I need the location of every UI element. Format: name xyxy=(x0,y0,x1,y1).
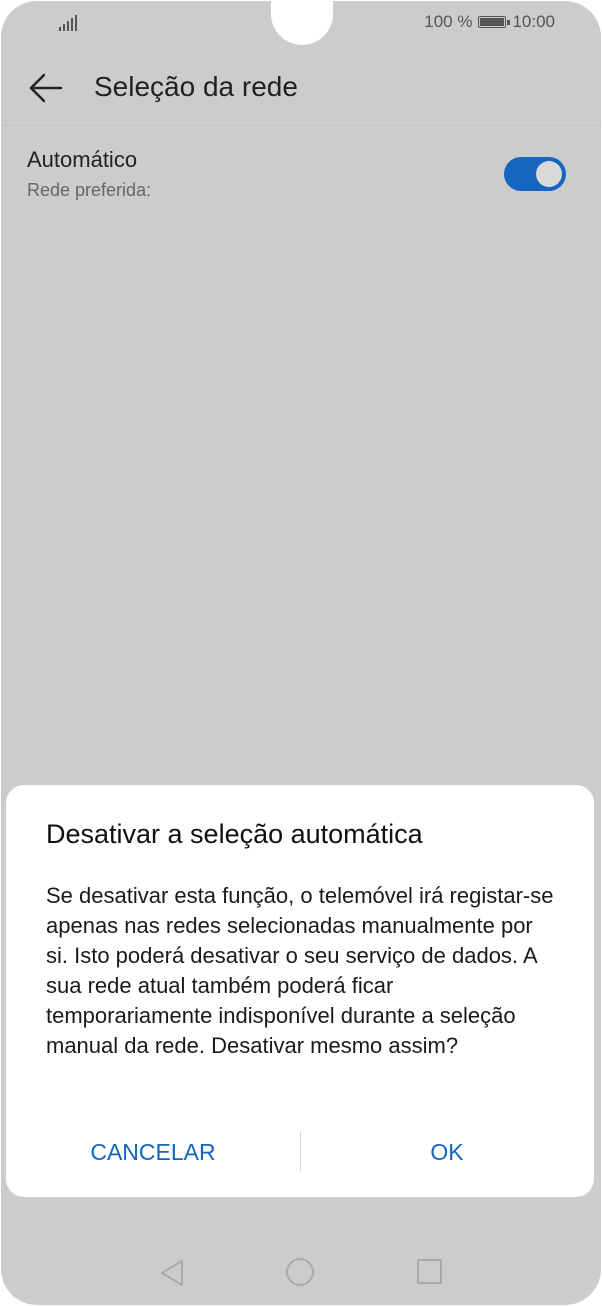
app-bar: Seleção da rede xyxy=(1,57,601,121)
battery-icon xyxy=(478,16,511,28)
cancel-button[interactable]: CANCELAR xyxy=(6,1130,300,1174)
nav-home-icon[interactable] xyxy=(286,1258,314,1286)
setting-title: Automático xyxy=(27,147,138,172)
status-time: 10:00 xyxy=(512,12,555,31)
status-bar: 100 % 10:00 xyxy=(1,1,601,45)
ok-button[interactable]: OK xyxy=(300,1130,594,1174)
back-arrow-icon[interactable] xyxy=(27,69,65,107)
battery-percent: 100 % xyxy=(424,12,473,31)
divider xyxy=(1,125,601,126)
dialog-title: Desativar a seleção automática xyxy=(46,819,423,849)
dialog-message: Se desativar esta função, o telemóvel ir… xyxy=(46,883,554,1058)
signal-icon xyxy=(59,15,79,31)
nav-recent-icon[interactable] xyxy=(417,1259,442,1284)
navigation-bar xyxy=(1,1241,601,1305)
page-title: Seleção da rede xyxy=(94,71,298,102)
disable-auto-selection-dialog: Desativar a seleção automática Se desati… xyxy=(6,785,594,1197)
setting-row-automatic[interactable]: Automático Rede preferida: xyxy=(1,139,601,209)
toggle-knob xyxy=(536,161,562,187)
status-right: 100 % 10:00 xyxy=(424,12,555,32)
automatic-toggle[interactable] xyxy=(504,157,566,191)
nav-back-icon[interactable] xyxy=(158,1258,186,1288)
setting-subtitle: Rede preferida: xyxy=(27,180,152,200)
